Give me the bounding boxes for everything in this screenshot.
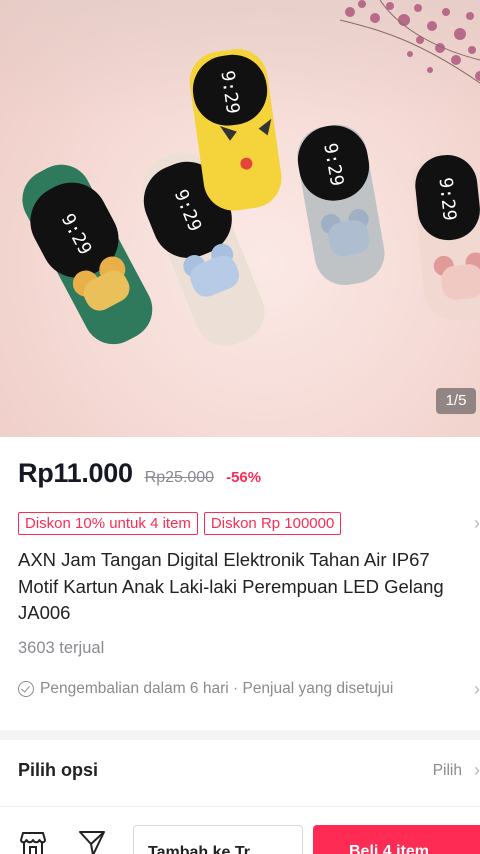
chevron-right-icon: ›: [474, 678, 480, 699]
store-icon[interactable]: [20, 831, 46, 854]
original-price: Rp25.000: [144, 469, 215, 486]
bottom-action-bar: Tambah ke Tr Beli 4 item: [0, 806, 480, 854]
buy-now-button[interactable]: Beli 4 item: [313, 825, 480, 854]
select-options-row[interactable]: Pilih opsi Pilih ›: [18, 760, 480, 781]
product-title: AXN Jam Tangan Digital Elektronik Tahan …: [18, 549, 444, 623]
chat-icon[interactable]: [78, 829, 106, 854]
product-image-gallery[interactable]: 9:29 9:29 9:29 9:29 9:29 1/5: [0, 0, 480, 437]
promo-badges[interactable]: Diskon 10% untuk 4 item Diskon Rp 100000: [18, 512, 342, 535]
returns-policy-text: Pengembalian dalam 6 hari · Penjual yang…: [40, 680, 394, 697]
chevron-right-icon[interactable]: ›: [474, 513, 480, 534]
current-price: Rp11.000: [18, 458, 133, 488]
product-watches-illustration: 9:29 9:29 9:29 9:29 9:29: [22, 49, 480, 347]
options-value: Pilih: [432, 761, 462, 779]
section-divider: [0, 730, 480, 740]
price-row: Rp11.000 Rp25.000 -56%: [18, 458, 261, 489]
chevron-right-icon: ›: [474, 760, 480, 780]
check-circle-icon: [18, 681, 34, 697]
add-to-cart-button[interactable]: Tambah ke Tr: [133, 825, 303, 854]
promo-badge-amount[interactable]: Diskon Rp 100000: [203, 512, 342, 535]
options-label: Pilih opsi: [18, 760, 99, 780]
sold-count: 3603 terjual: [18, 639, 105, 657]
promo-badge-bundle[interactable]: Diskon 10% untuk 4 item: [18, 512, 198, 535]
discount-percent: -56%: [226, 469, 262, 486]
returns-policy-row[interactable]: Pengembalian dalam 6 hari · Penjual yang…: [18, 678, 480, 699]
image-counter: 1/5: [436, 388, 476, 414]
